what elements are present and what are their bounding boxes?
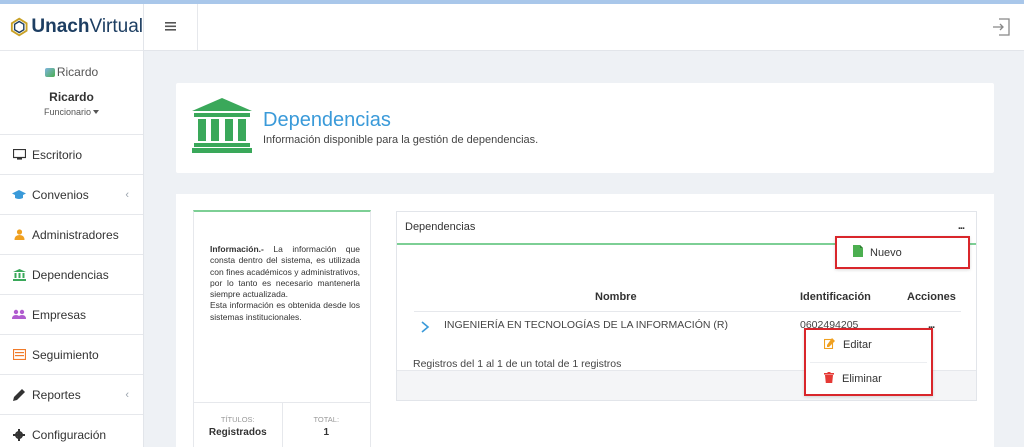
sidebar-item-label: Empresas xyxy=(32,307,87,322)
sidebar-item-label: Reportes xyxy=(32,387,81,402)
menu-item-eliminar[interactable]: Eliminar xyxy=(824,372,882,386)
info-text: Información.- La información que consta … xyxy=(210,244,360,323)
sidebar-item-label: Escritorio xyxy=(32,147,83,162)
sidebar-item-reportes[interactable]: Reportes ‹ xyxy=(0,375,143,415)
avatar-image xyxy=(44,67,55,77)
header-divider xyxy=(414,311,961,312)
sidebar-item-escritorio[interactable]: Escritorio xyxy=(0,135,143,175)
table-info: Registros del 1 al 1 de un total de 1 re… xyxy=(413,358,622,370)
sidebar-item-label: Convenios xyxy=(32,187,89,202)
top-header xyxy=(144,4,1024,51)
brand-name-part1: Unach xyxy=(31,16,90,37)
panel-options-button[interactable]: ... xyxy=(958,220,965,232)
panel-title: Dependencias xyxy=(405,221,476,233)
brand-logo[interactable]: Unach Virtual xyxy=(0,4,143,51)
cell-nombre: INGENIERÍA EN TECNOLOGÍAS DE LA INFORMAC… xyxy=(444,319,728,331)
avatar-alt-text: Ricardo xyxy=(56,65,99,79)
stat-label: TÍTULOS: xyxy=(220,415,255,424)
menu-item-label: Eliminar xyxy=(842,373,882,385)
user-icon xyxy=(12,229,26,241)
user-role: Funcionario xyxy=(43,106,92,117)
bank-icon xyxy=(192,98,252,153)
stat-label: TOTAL: xyxy=(313,415,340,424)
menu-toggle-button[interactable] xyxy=(144,4,198,50)
monitor-icon xyxy=(12,149,26,161)
page-title: Dependencias xyxy=(263,109,391,131)
file-icon xyxy=(853,245,863,260)
sidebar-item-label: Seguimiento xyxy=(32,347,99,362)
stat-titulos: TÍTULOS: Registrados xyxy=(194,403,282,447)
info-panel: Información.- La información que consta … xyxy=(193,210,371,447)
menu-item-label: Editar xyxy=(843,339,872,351)
graduation-cap-icon xyxy=(12,189,26,201)
stat-value: Registrados xyxy=(208,427,267,438)
sidebar-item-convenios[interactable]: Convenios ‹ xyxy=(0,175,143,215)
sidebar-item-label: Dependencias xyxy=(32,267,109,282)
page-subtitle: Información disponible para la gestión d… xyxy=(263,134,539,146)
avatar: Ricardo xyxy=(44,65,99,79)
column-header-identificacion[interactable]: Identificación xyxy=(800,291,871,303)
menu-item-label: Nuevo xyxy=(870,246,902,259)
page-header: Dependencias Información disponible para… xyxy=(176,83,994,173)
column-header-acciones: Acciones xyxy=(907,291,956,303)
row-actions-menu: Editar Eliminar xyxy=(804,328,933,396)
pencil-icon xyxy=(12,388,26,401)
chevron-right-icon[interactable] xyxy=(419,321,431,333)
sidebar-item-administradores[interactable]: Administradores xyxy=(0,215,143,255)
unach-logo-icon xyxy=(10,17,28,37)
menu-divider xyxy=(810,362,927,363)
brand-name-part2: Virtual xyxy=(89,16,143,37)
sign-out-icon[interactable] xyxy=(992,18,1010,36)
users-icon xyxy=(12,309,26,321)
menu-item-nuevo[interactable]: Nuevo xyxy=(853,245,902,260)
sidebar-item-dependencias[interactable]: Dependencias xyxy=(0,255,143,295)
user-name: Ricardo xyxy=(49,89,94,104)
stat-value: 1 xyxy=(323,427,330,438)
info-stats: TÍTULOS: Registrados TOTAL: 1 xyxy=(194,402,370,447)
sidebar: Unach Virtual Ricardo Ricardo Funcionario… xyxy=(0,4,144,447)
gear-icon xyxy=(12,428,26,441)
sidebar-item-configuracion[interactable]: Configuración xyxy=(0,415,143,447)
menu-item-editar[interactable]: Editar xyxy=(823,338,872,352)
main-content: Información.- La información que consta … xyxy=(176,194,994,447)
bank-icon xyxy=(12,268,26,281)
list-alt-icon xyxy=(12,349,26,361)
user-profile: Ricardo Ricardo Funcionario xyxy=(0,51,143,135)
info-heading: Información.- xyxy=(210,244,264,254)
chevron-left-icon: ‹ xyxy=(125,388,129,401)
trash-icon xyxy=(824,372,834,386)
sidebar-item-empresas[interactable]: Empresas xyxy=(0,295,143,335)
caret-down-icon xyxy=(93,110,100,115)
sidebar-item-label: Configuración xyxy=(32,427,107,442)
chevron-left-icon: ‹ xyxy=(125,188,129,201)
stat-total: TOTAL: 1 xyxy=(281,403,371,447)
sidebar-item-seguimiento[interactable]: Seguimiento xyxy=(0,335,143,375)
edit-icon xyxy=(823,338,835,352)
column-header-nombre[interactable]: Nombre xyxy=(595,291,637,303)
user-role-dropdown[interactable]: Funcionario xyxy=(0,107,143,117)
sidebar-item-label: Administradores xyxy=(32,227,119,242)
hamburger-icon xyxy=(164,20,177,34)
new-dropdown-menu: Nuevo xyxy=(835,236,970,269)
info-paragraph-2: Esta información es obtenida desde los s… xyxy=(210,300,360,322)
